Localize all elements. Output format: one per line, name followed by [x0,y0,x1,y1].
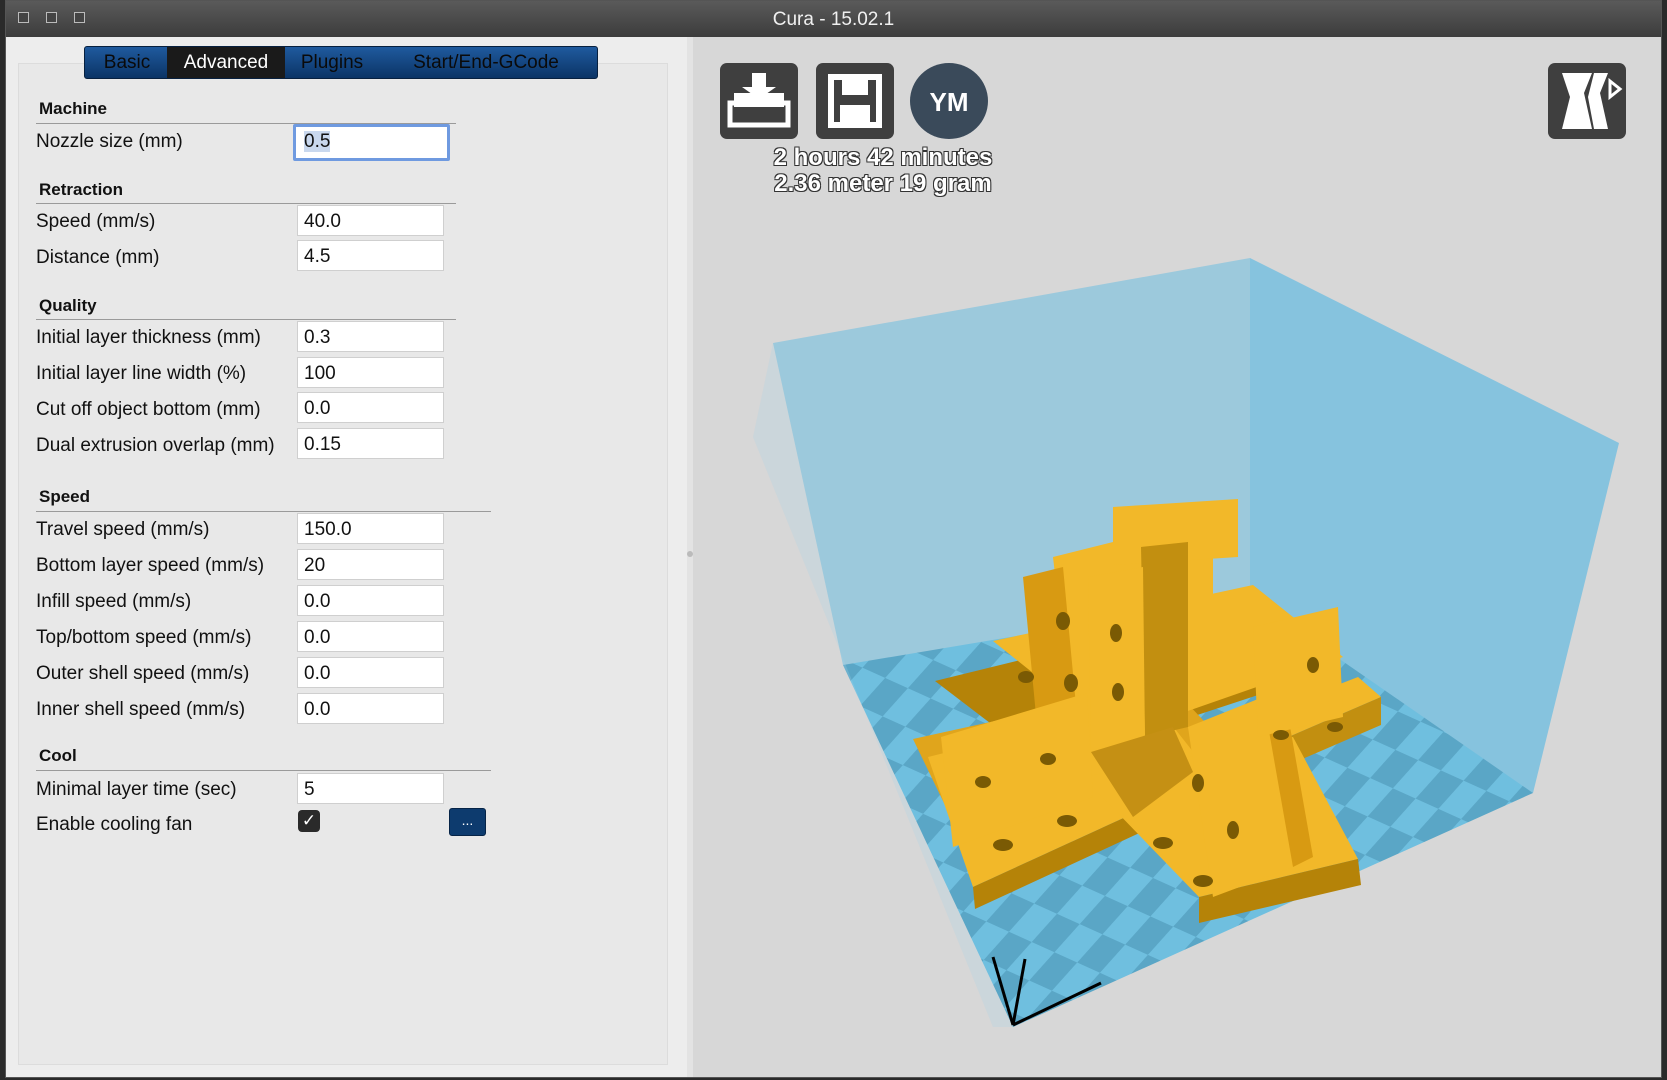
youmagine-button[interactable]: YM [910,63,988,139]
print-material: 2.36 meter 19 gram [774,170,992,197]
enable-cooling-fan-checkbox[interactable]: ✓ [298,810,320,832]
divider [36,511,491,512]
bottom-layer-speed-input[interactable]: 20 [297,549,444,580]
infill-speed-label: Infill speed (mm/s) [36,591,192,612]
divider [36,203,456,204]
tab-advanced[interactable]: Advanced [167,47,285,78]
outer-shell-speed-input[interactable]: 0.0 [297,657,444,688]
cura-window: Cura - 15.02.1 Basic Advanced Plugins St… [5,0,1662,1078]
infill-speed-input[interactable]: 0.0 [297,585,444,616]
print-time: 2 hours 42 minutes [773,144,993,171]
retraction-distance-input[interactable]: 4.5 [297,240,444,271]
divider [36,319,456,320]
load-model-button[interactable] [720,63,798,139]
cooling-fan-more-button[interactable]: ... [449,808,486,836]
nozzle-size-value: 0.5 [304,131,331,152]
section-cool: Cool [39,746,77,765]
travel-speed-input[interactable]: 150.0 [297,513,444,544]
section-retraction: Retraction [39,180,124,199]
tab-plugins[interactable]: Plugins [285,47,379,78]
inner-shell-speed-input[interactable]: 0.0 [297,693,444,724]
nozzle-size-input[interactable]: 0.5 [293,124,450,161]
initial-layer-line-width-input[interactable]: 100 [297,357,444,388]
cut-off-bottom-input[interactable]: 0.0 [297,392,444,423]
load-icon [727,73,791,128]
top-bottom-speed-input[interactable]: 0.0 [297,621,444,652]
dual-extrusion-overlap-input[interactable]: 0.15 [297,428,444,459]
save-icon [828,74,882,128]
view-mode-icon [1562,73,1623,129]
outer-shell-speed-label: Outer shell speed (mm/s) [36,663,250,684]
section-quality: Quality [39,296,97,315]
retraction-distance-label: Distance (mm) [36,247,160,268]
retraction-speed-label: Speed (mm/s) [36,211,156,232]
nozzle-size-label: Nozzle size (mm) [36,131,183,152]
enable-cooling-fan-label: Enable cooling fan [36,814,193,835]
tab-start-end-gcode[interactable]: Start/End-GCode [379,47,593,78]
settings-panel: Basic Advanced Plugins Start/End-GCode M… [6,37,687,1077]
initial-layer-line-width-label: Initial layer line width (%) [36,363,247,384]
travel-speed-label: Travel speed (mm/s) [36,519,210,540]
initial-layer-thickness-label: Initial layer thickness (mm) [36,327,261,348]
title-bar: Cura - 15.02.1 [6,1,1661,38]
bottom-layer-speed-label: Bottom layer speed (mm/s) [36,555,265,576]
youmagine-label: YM [929,87,969,117]
minimal-layer-time-input[interactable]: 5 [297,773,444,804]
dual-extrusion-overlap-label: Dual extrusion overlap (mm) [36,435,275,456]
minimal-layer-time-label: Minimal layer time (sec) [36,779,237,800]
divider [36,770,491,771]
cut-off-bottom-label: Cut off object bottom (mm) [36,399,261,420]
section-speed: Speed [39,487,91,506]
view-mode-button[interactable] [1548,63,1626,139]
settings-tabs: Basic Advanced Plugins Start/End-GCode [84,46,598,79]
print-stats: 2 hours 42 minutes 2.36 meter 19 gram [753,145,1013,197]
checkmark-icon: ✓ [301,811,317,830]
save-gcode-button[interactable] [816,63,894,139]
initial-layer-thickness-input[interactable]: 0.3 [297,321,444,352]
section-machine: Machine [39,99,108,118]
inner-shell-speed-label: Inner shell speed (mm/s) [36,699,246,720]
3d-viewport[interactable]: YM 2 hours 42 minutes 2.36 meter 19 gram [693,37,1661,1077]
retraction-speed-input[interactable]: 40.0 [297,205,444,236]
tab-basic[interactable]: Basic [87,47,167,78]
window-title: Cura - 15.02.1 [772,9,895,30]
top-bottom-speed-label: Top/bottom speed (mm/s) [36,627,252,648]
